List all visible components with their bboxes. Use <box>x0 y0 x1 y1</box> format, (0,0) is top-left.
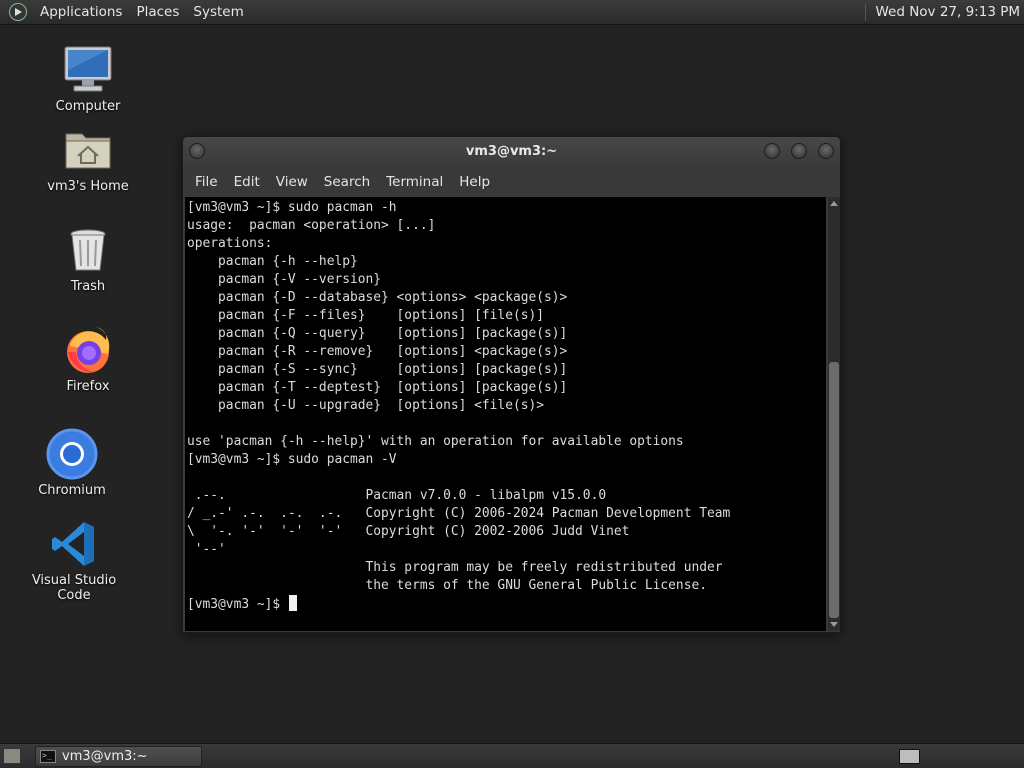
desktop-icon-home[interactable]: vm3's Home <box>32 124 144 194</box>
menu-terminal[interactable]: Terminal <box>378 174 451 190</box>
desktop-icon-firefox[interactable]: Firefox <box>32 324 144 394</box>
terminal-output: [vm3@vm3 ~]$ sudo pacman -h usage: pacma… <box>187 200 731 593</box>
terminal-prompt-line[interactable]: [vm3@vm3 ~]$ <box>187 595 826 614</box>
workspace-switcher[interactable] <box>899 749 920 764</box>
applications-menu[interactable]: Applications <box>33 0 129 25</box>
applications-menu-icon[interactable] <box>8 2 28 22</box>
text-cursor <box>288 595 297 611</box>
bottom-panel: >_ vm3@vm3:~ <box>0 743 1024 768</box>
window-titlebar[interactable]: vm3@vm3:~ <box>183 137 840 167</box>
desktop-icon-label: Chromium <box>38 483 106 498</box>
desktop-icon-label: Trash <box>70 279 106 294</box>
terminal-scrollbar[interactable] <box>828 197 840 631</box>
minimize-icon[interactable] <box>764 143 780 159</box>
maximize-icon[interactable] <box>791 143 807 159</box>
desktop-icon-vscode[interactable]: Visual Studio Code <box>18 518 130 603</box>
desktop-icon-computer[interactable]: Computer <box>32 44 144 114</box>
terminal-output-area[interactable]: [vm3@vm3 ~]$ sudo pacman -h usage: pacma… <box>185 197 826 631</box>
places-menu[interactable]: Places <box>129 0 186 25</box>
terminal-window[interactable]: vm3@vm3:~ File Edit View Search Terminal… <box>182 136 841 633</box>
desktop-icon-label: vm3's Home <box>47 179 129 194</box>
desktop-icon-label: Firefox <box>66 379 110 394</box>
menu-edit[interactable]: Edit <box>226 174 268 190</box>
top-panel: Applications Places System Wed Nov 27, 9… <box>0 0 1024 25</box>
desktop-icon-trash[interactable]: Trash <box>32 224 144 294</box>
show-desktop-icon[interactable] <box>3 748 21 764</box>
scroll-down-arrow-icon[interactable] <box>830 622 838 627</box>
computer-icon <box>64 46 112 92</box>
system-menu[interactable]: System <box>186 0 250 25</box>
menu-help[interactable]: Help <box>451 174 498 190</box>
firefox-icon <box>67 327 110 373</box>
window-title: vm3@vm3:~ <box>465 144 558 159</box>
taskbar-button-label: vm3@vm3:~ <box>62 749 148 764</box>
menu-view[interactable]: View <box>268 174 316 190</box>
menu-file[interactable]: File <box>187 174 226 190</box>
desktop-icon-label: Computer <box>55 99 121 114</box>
terminal-prompt: [vm3@vm3 ~]$ <box>187 597 288 612</box>
desktop-icon-chromium[interactable]: Chromium <box>16 428 128 498</box>
scrollbar-thumb[interactable] <box>829 362 839 618</box>
taskbar-button-terminal[interactable]: >_ vm3@vm3:~ <box>35 746 202 767</box>
desktop-icon-label: Visual Studio Code <box>31 573 117 603</box>
clock[interactable]: Wed Nov 27, 9:13 PM <box>875 4 1020 20</box>
vscode-icon <box>52 522 94 566</box>
home-folder-icon <box>65 133 111 169</box>
terminal-menubar: File Edit View Search Terminal Help <box>183 167 840 197</box>
menu-search[interactable]: Search <box>316 174 378 190</box>
chromium-icon <box>46 428 98 480</box>
panel-separator <box>865 3 867 21</box>
scroll-up-arrow-icon[interactable] <box>830 201 838 206</box>
close-icon[interactable] <box>818 143 834 159</box>
trash-icon <box>70 229 106 271</box>
terminal-icon: >_ <box>40 750 56 763</box>
